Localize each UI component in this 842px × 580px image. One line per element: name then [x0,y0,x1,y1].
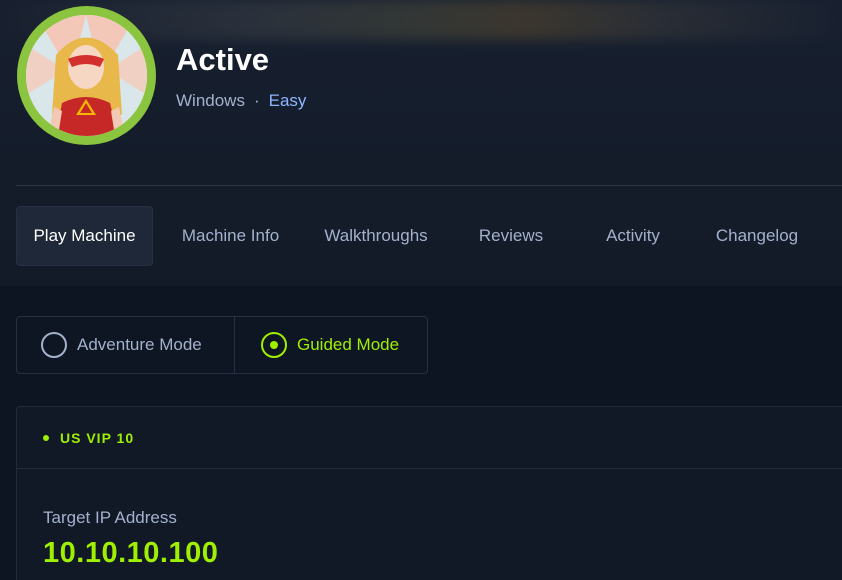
avatar-image [26,15,147,136]
server-name: US VIP 10 [60,429,135,446]
guided-mode-label: Guided Mode [297,335,400,354]
guided-mode-option[interactable]: Guided Mode [235,317,399,373]
machine-difficulty: Easy [268,91,307,110]
machine-avatar [17,6,156,145]
tab-label: Activity [606,226,660,245]
tab-activity[interactable]: Activity [578,206,688,266]
machine-meta: Windows · Easy [176,91,306,111]
meta-separator: · [253,91,260,110]
status-dot-icon [43,434,49,441]
header-divider [16,185,842,186]
machine-os: Windows [176,91,245,110]
adventure-mode-option[interactable]: Adventure Mode [17,317,235,373]
tab-reviews[interactable]: Reviews [444,206,578,266]
radio-checked-icon[interactable] [261,332,287,358]
avatar-illustration-icon [26,15,147,136]
machine-tabs: Play Machine Machine Info Walkthroughs R… [16,206,826,266]
target-ip-value[interactable]: 10.10.10.100 [43,537,218,570]
radio-unchecked-icon[interactable] [41,332,67,358]
server-header: US VIP 10 [17,407,842,469]
tab-label: Play Machine [33,226,136,245]
tab-label: Changelog [715,226,799,245]
target-ip-label: Target IP Address [43,508,177,527]
tab-machine-info[interactable]: Machine Info [153,206,308,266]
tab-walkthroughs[interactable]: Walkthroughs [308,206,444,266]
adventure-mode-label: Adventure Mode [77,335,202,354]
machine-title: Active [176,42,270,77]
tab-play-machine[interactable]: Play Machine [16,206,153,266]
mode-selector: Adventure Mode Guided Mode [16,316,428,374]
tab-label: Machine Info [181,226,280,245]
tab-label: Reviews [478,226,544,245]
server-card: US VIP 10 Target IP Address 10.10.10.100 [16,406,842,580]
tab-changelog[interactable]: Changelog [688,206,826,266]
tab-label: Walkthroughs [324,226,428,245]
